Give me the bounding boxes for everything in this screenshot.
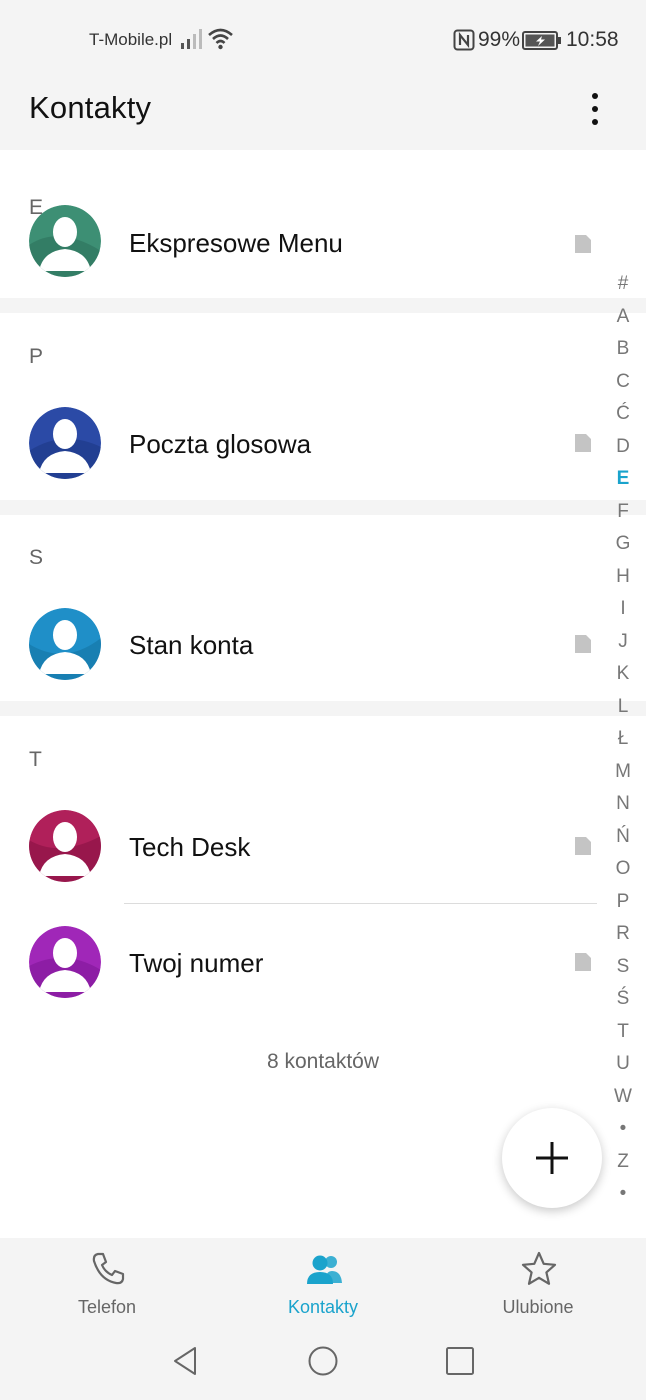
section-p: P Poczta glosowa bbox=[0, 313, 646, 500]
sim-card-icon bbox=[575, 837, 591, 855]
section-s: S Stan konta bbox=[0, 515, 646, 701]
tab-label: Kontakty bbox=[287, 1297, 359, 1317]
alphabet-index-item[interactable]: K bbox=[606, 658, 640, 691]
alphabet-index-item[interactable]: D bbox=[606, 431, 640, 464]
contact-row[interactable]: Stan konta bbox=[0, 585, 600, 701]
alphabet-index-item[interactable]: Ś bbox=[606, 983, 640, 1016]
person-icon bbox=[29, 205, 101, 277]
alphabet-index-item[interactable]: I bbox=[606, 593, 640, 626]
contact-row[interactable]: Poczta glosowa bbox=[0, 385, 600, 500]
back-icon[interactable] bbox=[170, 1345, 202, 1377]
person-icon bbox=[29, 810, 101, 882]
alphabet-index-item[interactable]: B bbox=[606, 333, 640, 366]
carrier-name: T-Mobile.pl bbox=[89, 30, 173, 49]
home-icon[interactable] bbox=[307, 1345, 339, 1377]
tab-kontakty[interactable]: Kontakty bbox=[243, 1238, 403, 1326]
contacts-count: 8 kontaktów bbox=[266, 1050, 380, 1073]
alphabet-index-item[interactable]: Z bbox=[606, 1146, 640, 1179]
wifi-icon bbox=[208, 28, 233, 50]
section-letter: S bbox=[29, 546, 44, 569]
alphabet-index-item[interactable]: Ł bbox=[606, 723, 640, 756]
phone-icon bbox=[92, 1252, 125, 1285]
person-icon bbox=[29, 926, 101, 998]
sim-card-icon bbox=[575, 953, 591, 971]
more-vertical-icon[interactable] bbox=[580, 86, 610, 132]
bottom-nav: Telefon Kontakty Ulubione bbox=[0, 1238, 646, 1326]
alphabet-index-item[interactable]: • bbox=[606, 1178, 640, 1211]
contact-name: Tech Desk bbox=[129, 832, 251, 862]
sim-card-icon bbox=[575, 635, 591, 653]
sim-card-icon bbox=[575, 434, 591, 452]
alphabet-index-item[interactable]: • bbox=[606, 1113, 640, 1146]
alphabet-index-item[interactable]: A bbox=[606, 301, 640, 334]
more-dot bbox=[592, 93, 598, 99]
contact-avatar bbox=[29, 810, 101, 882]
alphabet-index-item[interactable]: G bbox=[606, 528, 640, 561]
alphabet-index[interactable]: # A B C Ć D E F G H I J K L Ł M N Ń O P R S Ś T U W • Z • bbox=[606, 268, 640, 1211]
contact-row[interactable]: Ekspresowe Menu bbox=[0, 205, 600, 298]
contact-name: Ekspresowe Menu bbox=[129, 228, 343, 258]
alphabet-index-item[interactable]: Ń bbox=[606, 821, 640, 854]
contact-name: Twoj numer bbox=[129, 948, 264, 978]
contact-name: Poczta glosowa bbox=[129, 429, 312, 459]
page-title: Kontakty bbox=[29, 90, 152, 125]
alphabet-index-item[interactable]: M bbox=[606, 756, 640, 789]
app-header: Kontakty bbox=[0, 80, 646, 150]
recents-icon[interactable] bbox=[444, 1345, 476, 1377]
contact-avatar bbox=[29, 205, 101, 277]
plus-icon bbox=[536, 1142, 568, 1174]
tab-telefon[interactable]: Telefon bbox=[27, 1238, 187, 1326]
alphabet-index-item[interactable]: W bbox=[606, 1081, 640, 1114]
contacts-icon bbox=[307, 1255, 342, 1284]
sim-card-icon bbox=[575, 235, 591, 253]
alphabet-index-item[interactable]: N bbox=[606, 788, 640, 821]
contact-name: Stan konta bbox=[129, 630, 254, 660]
clock: 10:58 bbox=[566, 28, 619, 51]
alphabet-index-item[interactable]: E bbox=[606, 463, 640, 496]
contact-row[interactable]: Twoj numer bbox=[0, 904, 600, 1020]
more-dot bbox=[592, 119, 598, 125]
alphabet-index-item[interactable]: L bbox=[606, 691, 640, 724]
system-nav bbox=[0, 1326, 646, 1400]
contact-avatar bbox=[29, 926, 101, 998]
alphabet-index-item[interactable]: U bbox=[606, 1048, 640, 1081]
alphabet-index-item[interactable]: C bbox=[606, 366, 640, 399]
alphabet-index-item[interactable]: R bbox=[606, 918, 640, 951]
tab-ulubione[interactable]: Ulubione bbox=[458, 1238, 618, 1326]
contact-avatar bbox=[29, 608, 101, 680]
alphabet-index-item[interactable]: Ć bbox=[606, 398, 640, 431]
battery-charging-icon bbox=[522, 31, 561, 50]
person-icon bbox=[29, 608, 101, 680]
person-icon bbox=[29, 407, 101, 479]
contact-row[interactable]: Tech Desk bbox=[0, 788, 600, 904]
section-e: E Ekspresowe Menu bbox=[0, 150, 646, 298]
tab-label: Ulubione bbox=[502, 1297, 574, 1317]
alphabet-index-item[interactable]: J bbox=[606, 626, 640, 659]
alphabet-index-item[interactable]: S bbox=[606, 951, 640, 984]
section-letter: P bbox=[29, 345, 44, 368]
nfc-icon bbox=[453, 29, 475, 51]
section-letter: T bbox=[29, 748, 42, 771]
alphabet-index-item[interactable]: H bbox=[606, 561, 640, 594]
add-contact-button[interactable] bbox=[502, 1108, 602, 1208]
alphabet-index-item[interactable]: O bbox=[606, 853, 640, 886]
more-dot bbox=[592, 106, 598, 112]
alphabet-index-item[interactable]: F bbox=[606, 496, 640, 529]
alphabet-index-item[interactable]: P bbox=[606, 886, 640, 919]
alphabet-index-item[interactable]: T bbox=[606, 1016, 640, 1049]
signal-icon bbox=[181, 29, 202, 49]
star-icon bbox=[521, 1251, 557, 1285]
battery-percentage: 99% bbox=[478, 28, 521, 51]
alphabet-index-item[interactable]: # bbox=[606, 268, 640, 301]
status-bar: T-Mobile.pl 99% 10:58 bbox=[0, 0, 646, 80]
tab-label: Telefon bbox=[77, 1297, 137, 1317]
contact-avatar bbox=[29, 407, 101, 479]
